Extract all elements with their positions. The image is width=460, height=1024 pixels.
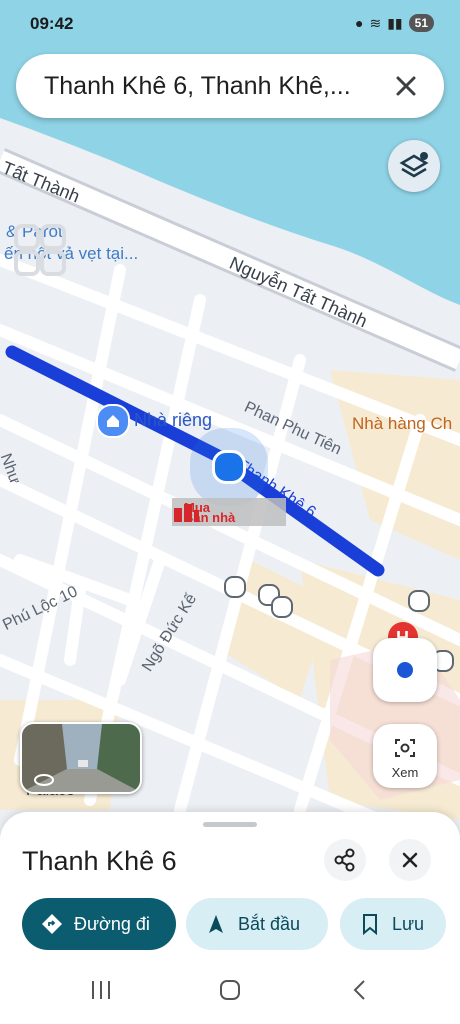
place-title: Thanh Khê 6 — [22, 846, 177, 876]
wifi-icon: ≋ — [369, 14, 382, 31]
directions-button[interactable]: Đường đi — [22, 898, 176, 950]
bus-stop-icon[interactable] — [271, 596, 293, 618]
home-pin[interactable] — [96, 404, 130, 438]
save-label: Lưu — [392, 913, 425, 934]
directions-icon — [42, 914, 62, 934]
camera-scan-icon — [395, 739, 415, 757]
close-icon[interactable] — [388, 68, 424, 104]
home-icon — [107, 415, 119, 427]
back-icon[interactable] — [348, 978, 372, 1002]
home-nav-icon[interactable] — [218, 978, 242, 1002]
close-icon — [402, 852, 418, 868]
navigation-arrow-icon — [209, 915, 223, 933]
layers-button[interactable] — [388, 140, 440, 192]
search-bar[interactable]: Thanh Khê 6, Thanh Khê,... — [16, 54, 444, 118]
battery-indicator: 51 — [408, 14, 434, 32]
search-query[interactable]: Thanh Khê 6, Thanh Khê,... — [44, 72, 351, 101]
bus-stop-icon[interactable] — [224, 576, 246, 598]
layers-icon — [399, 152, 429, 178]
bookmark-icon — [363, 914, 377, 936]
watermark: Mua Bán nhà — [172, 498, 286, 526]
sheet-close-button[interactable] — [389, 839, 431, 881]
share-icon — [334, 848, 355, 872]
start-label: Bắt đầu — [238, 913, 301, 934]
status-bar: 09:42 ● ≋ ▮▮ 51 — [0, 0, 460, 48]
start-button[interactable]: Bắt đầu — [186, 898, 328, 950]
grid-overlay-icon — [14, 224, 66, 276]
poi-label-nha-hang: Nhà hàng Ch — [352, 414, 453, 433]
system-nav-bar — [0, 956, 460, 1024]
street-view-thumbnail[interactable] — [20, 722, 142, 794]
my-location-icon — [397, 662, 413, 678]
status-icons: ● ≋ ▮▮ 51 — [355, 14, 434, 32]
signal-icon: ▮▮ — [387, 14, 403, 31]
drag-handle[interactable] — [203, 822, 257, 827]
location-icon: ● — [355, 15, 364, 31]
share-button[interactable] — [324, 839, 366, 881]
home-label: Nhà riêng — [134, 410, 213, 430]
status-time: 09:42 — [30, 14, 74, 33]
my-location-button[interactable] — [373, 638, 437, 702]
recent-apps-icon[interactable] — [88, 978, 114, 1002]
xem-label: Xem — [391, 765, 419, 780]
save-button[interactable]: Lưu — [340, 898, 446, 950]
current-location-marker — [212, 450, 246, 484]
watermark-building-icon — [174, 504, 199, 522]
xem-button[interactable]: Xem — [373, 724, 437, 788]
directions-label: Đường đi — [74, 913, 150, 934]
rotate-360-icon — [34, 774, 54, 786]
bus-stop-icon[interactable] — [408, 590, 430, 612]
